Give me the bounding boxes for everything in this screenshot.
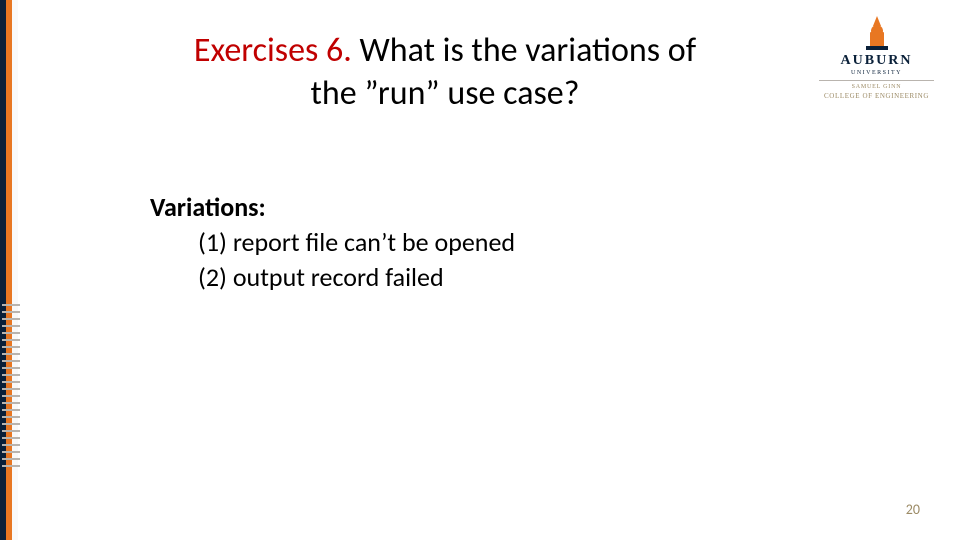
- logo-college: SAMUEL GINN COLLEGE OF ENGINEERING: [819, 84, 934, 101]
- slide-title-line2: the ”run” use case?: [311, 73, 580, 114]
- slide-title-rest-1: What is the variations of: [352, 30, 696, 71]
- variations-label: Variations:: [150, 190, 515, 225]
- slide-body: Variations: (1) report file can’t be ope…: [150, 190, 515, 295]
- logo-college-prefix: SAMUEL GINN: [819, 84, 934, 92]
- logo-tower-icon: [865, 16, 889, 50]
- variation-item-2: (2) output record failed: [198, 260, 515, 295]
- slide-title-prefix: Exercises 6.: [194, 30, 352, 71]
- slide-title: Exercises 6. What is the variations of t…: [95, 30, 795, 115]
- variation-item-1: (1) report file can’t be opened: [198, 225, 515, 260]
- page-number: 20: [906, 501, 920, 518]
- auburn-logo: AUBURN UNIVERSITY SAMUEL GINN COLLEGE OF…: [819, 16, 934, 101]
- logo-college-name: COLLEGE OF ENGINEERING: [819, 92, 934, 101]
- logo-wordmark: AUBURN: [819, 53, 934, 69]
- logo-subtext: UNIVERSITY: [819, 70, 934, 76]
- logo-divider: [819, 80, 934, 81]
- tick-strip: [0, 300, 22, 540]
